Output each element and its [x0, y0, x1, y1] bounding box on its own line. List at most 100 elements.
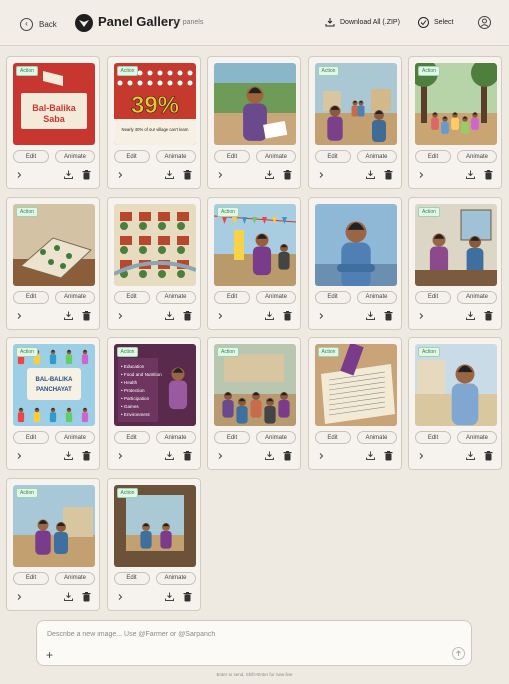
- trash-icon[interactable]: [183, 170, 192, 180]
- animate-button[interactable]: Animate: [457, 290, 497, 304]
- panel-thumbnail[interactable]: Action: [13, 484, 95, 567]
- animate-button[interactable]: Animate: [55, 431, 95, 444]
- panel-thumbnail[interactable]: Action: [113, 484, 196, 567]
- edit-button[interactable]: Edit: [314, 290, 351, 304]
- panel-card[interactable]: Edit Animate: [207, 56, 301, 189]
- chevron-right-icon[interactable]: [116, 312, 124, 320]
- trash-icon[interactable]: [484, 451, 493, 461]
- edit-button[interactable]: Edit: [415, 150, 451, 163]
- chevron-right-icon[interactable]: [15, 452, 23, 460]
- chevron-right-icon[interactable]: [116, 452, 124, 460]
- panel-card[interactable]: • Education • Food and Nutrition • Health •…: [106, 337, 201, 470]
- trash-icon[interactable]: [82, 451, 91, 461]
- panel-thumbnail[interactable]: BAL-BALIKA PANCHAYAT Action: [13, 344, 95, 426]
- animate-button[interactable]: Animate: [256, 431, 296, 444]
- panel-thumbnail[interactable]: Action: [415, 203, 497, 286]
- edit-button[interactable]: Edit: [113, 431, 150, 444]
- panel-thumbnail[interactable]: [113, 203, 196, 286]
- send-button[interactable]: [452, 647, 465, 660]
- download-all-button[interactable]: Download All (.ZIP): [325, 17, 400, 27]
- panel-card[interactable]: Action Edit Animate: [106, 477, 201, 611]
- user-avatar-icon[interactable]: [478, 16, 491, 29]
- edit-button[interactable]: Edit: [113, 290, 150, 304]
- panel-card[interactable]: Edit Animate: [307, 196, 402, 330]
- panel-thumbnail[interactable]: Action: [13, 203, 95, 286]
- panel-thumbnail[interactable]: 39% Nearly 40% of our village can't lear…: [113, 63, 196, 145]
- panel-card[interactable]: Action Edit Animate: [207, 196, 301, 330]
- animate-button[interactable]: Animate: [55, 150, 95, 163]
- animate-button[interactable]: Animate: [356, 431, 397, 444]
- chevron-right-icon[interactable]: [417, 171, 425, 179]
- chevron-right-icon[interactable]: [15, 593, 23, 601]
- chevron-right-icon[interactable]: [116, 171, 124, 179]
- chevron-right-icon[interactable]: [116, 593, 124, 601]
- panel-thumbnail[interactable]: Action: [314, 344, 397, 426]
- edit-button[interactable]: Edit: [13, 571, 49, 585]
- panel-card[interactable]: 39% Nearly 40% of our village can't lear…: [106, 56, 201, 189]
- download-icon[interactable]: [466, 170, 475, 179]
- edit-button[interactable]: Edit: [214, 431, 250, 444]
- panel-card[interactable]: Bal-Balika Saba Action Edit Animate: [6, 56, 100, 189]
- edit-button[interactable]: Edit: [314, 150, 351, 163]
- panel-thumbnail[interactable]: Action: [314, 63, 397, 145]
- trash-icon[interactable]: [484, 170, 493, 180]
- animate-button[interactable]: Animate: [457, 431, 497, 444]
- panel-thumbnail[interactable]: Bal-Balika Saba Action: [13, 63, 95, 145]
- animate-button[interactable]: Animate: [155, 150, 196, 163]
- panel-card[interactable]: Action Edit Animate: [408, 337, 502, 470]
- animate-button[interactable]: Animate: [155, 290, 196, 304]
- chevron-right-icon[interactable]: [216, 312, 224, 320]
- trash-icon[interactable]: [82, 170, 91, 180]
- trash-icon[interactable]: [283, 170, 292, 180]
- animate-button[interactable]: Animate: [256, 290, 296, 304]
- trash-icon[interactable]: [82, 591, 91, 602]
- download-icon[interactable]: [64, 170, 73, 179]
- animate-button[interactable]: Animate: [457, 150, 497, 163]
- panel-thumbnail[interactable]: Action: [214, 203, 296, 286]
- chevron-right-icon[interactable]: [15, 312, 23, 320]
- download-icon[interactable]: [164, 170, 174, 179]
- animate-button[interactable]: Animate: [356, 150, 397, 163]
- chevron-right-icon[interactable]: [417, 312, 425, 320]
- panel-thumbnail[interactable]: • Education • Food and Nutrition • Health •…: [113, 344, 196, 426]
- animate-button[interactable]: Animate: [55, 571, 95, 585]
- trash-icon[interactable]: [484, 310, 493, 321]
- animate-button[interactable]: Animate: [356, 290, 397, 304]
- chevron-right-icon[interactable]: [216, 452, 224, 460]
- chevron-right-icon[interactable]: [317, 312, 325, 320]
- download-icon[interactable]: [365, 451, 375, 460]
- trash-icon[interactable]: [183, 591, 192, 602]
- download-icon[interactable]: [164, 451, 174, 460]
- download-icon[interactable]: [164, 592, 174, 601]
- add-attachment-icon[interactable]: +: [46, 648, 53, 662]
- panel-card[interactable]: Action Edit Animate: [307, 337, 402, 470]
- download-icon[interactable]: [64, 311, 73, 320]
- trash-icon[interactable]: [384, 170, 393, 180]
- edit-button[interactable]: Edit: [13, 431, 49, 444]
- edit-button[interactable]: Edit: [415, 290, 451, 304]
- trash-icon[interactable]: [283, 310, 292, 321]
- edit-button[interactable]: Edit: [113, 150, 150, 163]
- download-icon[interactable]: [265, 451, 274, 460]
- panel-card[interactable]: Action Edit Animate: [6, 477, 100, 611]
- trash-icon[interactable]: [384, 310, 393, 321]
- back-button[interactable]: ‹ Back: [20, 16, 57, 32]
- chevron-right-icon[interactable]: [417, 452, 425, 460]
- chevron-right-icon[interactable]: [15, 171, 23, 179]
- select-button[interactable]: Select: [418, 17, 453, 28]
- trash-icon[interactable]: [183, 310, 192, 321]
- animate-button[interactable]: Animate: [155, 571, 196, 585]
- animate-button[interactable]: Animate: [155, 431, 196, 444]
- panel-thumbnail[interactable]: Action: [214, 344, 296, 426]
- panel-card[interactable]: Action Edit Animate: [408, 196, 502, 330]
- download-icon[interactable]: [265, 170, 274, 179]
- panel-thumbnail[interactable]: Action: [415, 344, 497, 426]
- panel-thumbnail[interactable]: [214, 63, 296, 145]
- download-icon[interactable]: [64, 592, 73, 601]
- edit-button[interactable]: Edit: [13, 290, 49, 304]
- edit-button[interactable]: Edit: [314, 431, 351, 444]
- edit-button[interactable]: Edit: [13, 150, 49, 163]
- download-icon[interactable]: [466, 311, 475, 320]
- chevron-right-icon[interactable]: [317, 171, 325, 179]
- panel-card[interactable]: Action Edit Animate: [408, 56, 502, 189]
